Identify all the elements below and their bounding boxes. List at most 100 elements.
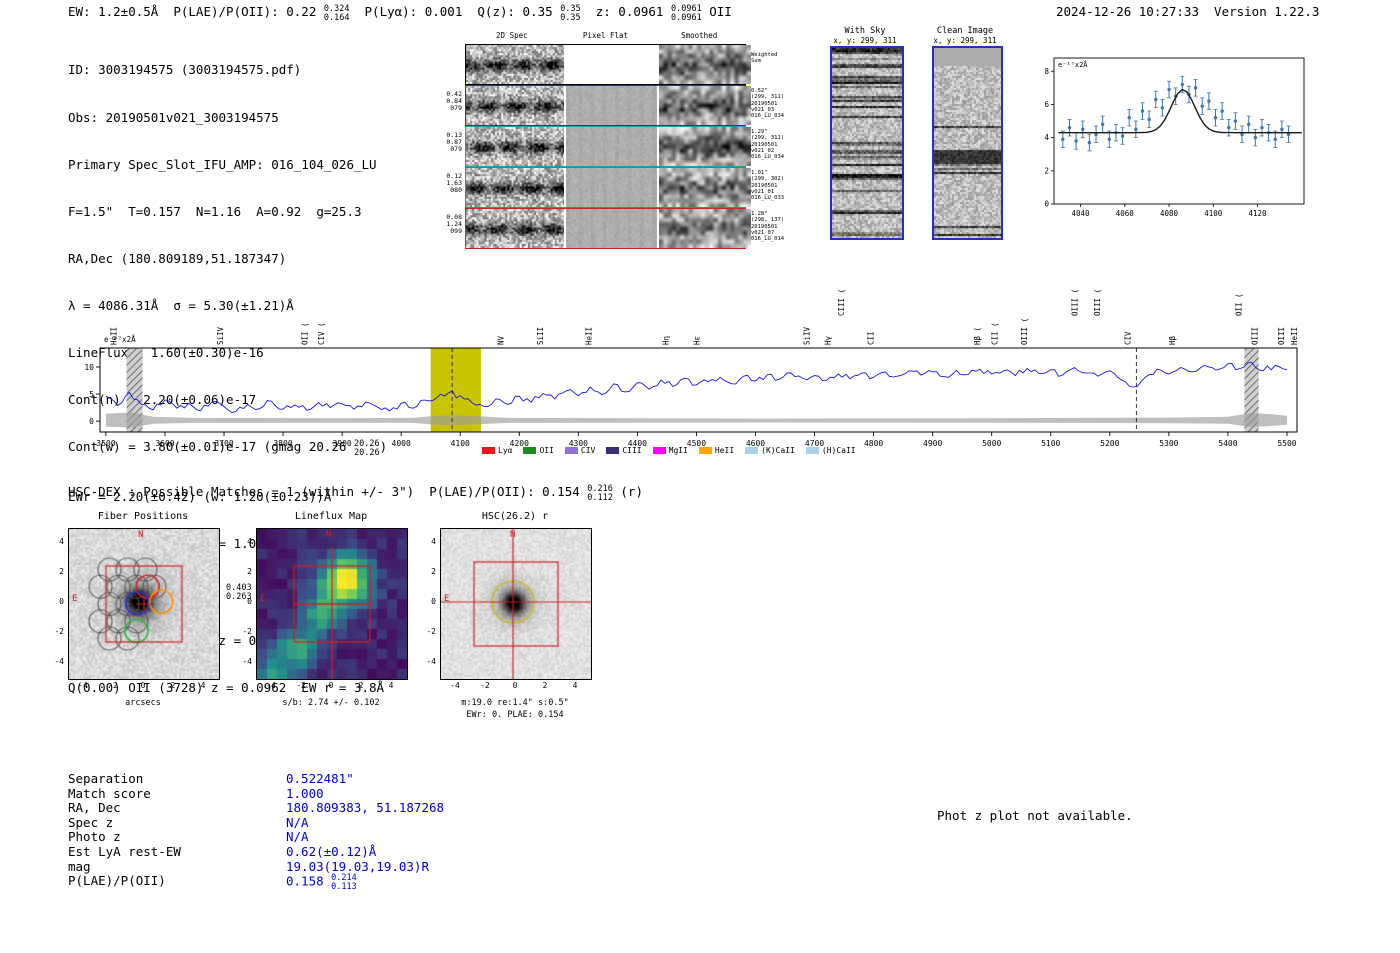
x-tick-label: 4900 — [923, 439, 942, 448]
legend-swatch — [745, 447, 759, 454]
legend-item: HeII — [698, 446, 734, 455]
z-sub: 0.0961 — [670, 12, 702, 23]
spec2d-row-right-labels: 1.29" (299, 311) 20190501 v021_02 016_LU_034 — [751, 129, 784, 160]
spec2d-right-label: (298, 137) — [751, 217, 785, 224]
fiber-weight-value: 080 — [450, 186, 462, 194]
match-table-row: Match score 1.000 — [68, 786, 444, 802]
hsc-caption-ewr: EWr: 0. PLAE: 0.154 — [466, 710, 564, 720]
y-tick-label: 4 — [247, 537, 252, 546]
emission-line-label: HeII — [584, 327, 593, 345]
x-tick-label: 4060 — [1116, 209, 1135, 218]
match-field-label: Photo z — [68, 829, 121, 845]
match-field-value: 0.158 0.214 0.113 — [286, 873, 357, 893]
error-band — [105, 412, 1287, 428]
x-tick-label: 4 — [388, 681, 394, 690]
clean-image-title: Clean Image — [936, 26, 994, 36]
info-line-id: ID: 3003194575 (3003194575.pdf) — [68, 62, 302, 78]
legend-label: (K)CaII — [761, 446, 795, 455]
legend-item: Lyα — [482, 446, 512, 455]
y-tick-label: 0 — [431, 597, 436, 606]
match-table-row: mag 19.03(19.03,19.03)R — [68, 859, 444, 875]
with-sky-title: With Sky — [844, 26, 886, 36]
y-tick-label: -2 — [242, 627, 252, 636]
spec2d-row — [465, 208, 752, 249]
match-table-row: Photo z N/A — [68, 830, 444, 845]
legend-swatch — [523, 447, 537, 454]
x-tick-label: 5200 — [1100, 439, 1119, 448]
legend-item: (H)CaII — [805, 446, 856, 455]
x-tick-label: 4100 — [451, 439, 470, 448]
hsc-r-image — [440, 528, 592, 680]
data-point — [1233, 119, 1238, 123]
emission-line-label: CIV ( — [317, 322, 326, 345]
y-tick-label: 10 — [84, 363, 94, 372]
spec2d-row-right-labels: Weighted Sum — [751, 52, 778, 65]
qz-sub: 0.35 — [560, 12, 581, 23]
x-tick-label: 2 — [542, 681, 548, 690]
clean-image — [932, 46, 1003, 240]
x-tick-label: 3600 — [155, 439, 174, 448]
hsc-plae-sub: 0.112 — [587, 492, 613, 503]
emission-line-label: OII ( — [1235, 293, 1244, 316]
data-point — [1100, 122, 1105, 127]
z-range: 0.0961 0.0961 — [670, 4, 702, 23]
y-tick-label: 8 — [1044, 67, 1049, 76]
emission-line-label: SiII — [536, 327, 545, 345]
match-table-row: RA, Dec 180.809383, 51.187268 — [68, 801, 444, 816]
legend-item: CIV — [564, 446, 595, 455]
emission-line-label: Hβ — [1168, 335, 1177, 345]
qz-range: 0.35 0.35 — [560, 4, 581, 23]
spec2d-image — [466, 86, 564, 125]
x-tick-label: 4800 — [864, 439, 883, 448]
x-tick-label: 2 — [170, 681, 176, 690]
emission-line-label: OIII ( — [1070, 289, 1079, 316]
y-tick-label: 2 — [247, 567, 252, 576]
data-point — [1273, 137, 1277, 141]
data-point — [1227, 125, 1231, 130]
match-table-row: Est LyA rest-EW 0.62(±0.12)Å — [68, 843, 444, 860]
y-tick-label: -2 — [426, 627, 436, 636]
spec2d-right-label: 016_LU_034 — [751, 154, 785, 161]
plae-sub: 0.164 — [323, 12, 350, 23]
y-tick-label: 2 — [431, 567, 436, 576]
x-tick-label: 2 — [358, 681, 364, 690]
match-table-row: Spec z N/A — [68, 814, 444, 831]
data-point — [1160, 106, 1165, 110]
x-tick-label: -2 — [480, 681, 490, 690]
pixelflat-image — [565, 209, 657, 248]
fiber-weight-value: 079 — [450, 104, 462, 112]
match-field-label: Spec z — [68, 814, 114, 830]
match-plae-sub: 0.113 — [331, 882, 357, 893]
spec2d-column-headers: 2D Spec Pixel Flat Smoothed — [465, 31, 746, 40]
data-point — [1127, 116, 1131, 120]
x-tick-label: 4 — [572, 681, 578, 690]
lineflux-caption: s/b: 2.74 +/- 0.102 — [282, 698, 380, 708]
y-tick-label: -4 — [426, 657, 436, 666]
y-tick-label: 0 — [59, 597, 64, 606]
catalog-match-table: Separation 0.522481" Match score 1.000 RA, D… — [68, 771, 444, 893]
y-tick-label: 0 — [1044, 200, 1049, 209]
full-spectrum-plot: 3500 3600 3700 3800 3900 4000 4100 4200 4300 4400… — [84, 289, 1299, 448]
spec2d-right-label: 016_LU_034 — [751, 113, 785, 120]
x-tick-label: 4100 — [1204, 209, 1223, 218]
data-point — [1134, 127, 1138, 132]
data-point — [1213, 116, 1218, 120]
spec2d-right-label: (299, 311) — [751, 94, 785, 101]
data-point — [1200, 104, 1204, 108]
match-field-value: 180.809383, 51.187268 — [286, 800, 445, 816]
match-field-label: Est LyA rest-EW — [68, 843, 181, 859]
legend-label: MgII — [668, 446, 688, 455]
y-tick-label: 2 — [59, 567, 64, 576]
line-fit-plot: 4040 4060 4080 4100 4120 0 2 4 6 8 e⁻¹⁷x2Å — [1044, 57, 1305, 218]
compass-north-label: N — [326, 530, 332, 540]
pixelflat-image — [565, 168, 657, 207]
summary-header: EW: 1.2±0.5Å P(LAE)/P(OII): 0.22 0.324 0.… — [68, 4, 732, 22]
legend-item: OII — [523, 446, 554, 455]
x-tick-label: -4 — [78, 681, 88, 690]
hsc-dex-header: HSC-DEX : Possible Matches = 1 (within +… — [68, 484, 643, 502]
data-point — [1167, 87, 1171, 92]
x-tick-label: -4 — [266, 681, 276, 690]
info-line-primary-slot: Primary Spec_Slot_IFU_AMP: 016_104_026_L… — [68, 156, 377, 172]
y-tick-label: 6 — [1044, 100, 1049, 109]
legend-label: OII — [539, 446, 554, 455]
